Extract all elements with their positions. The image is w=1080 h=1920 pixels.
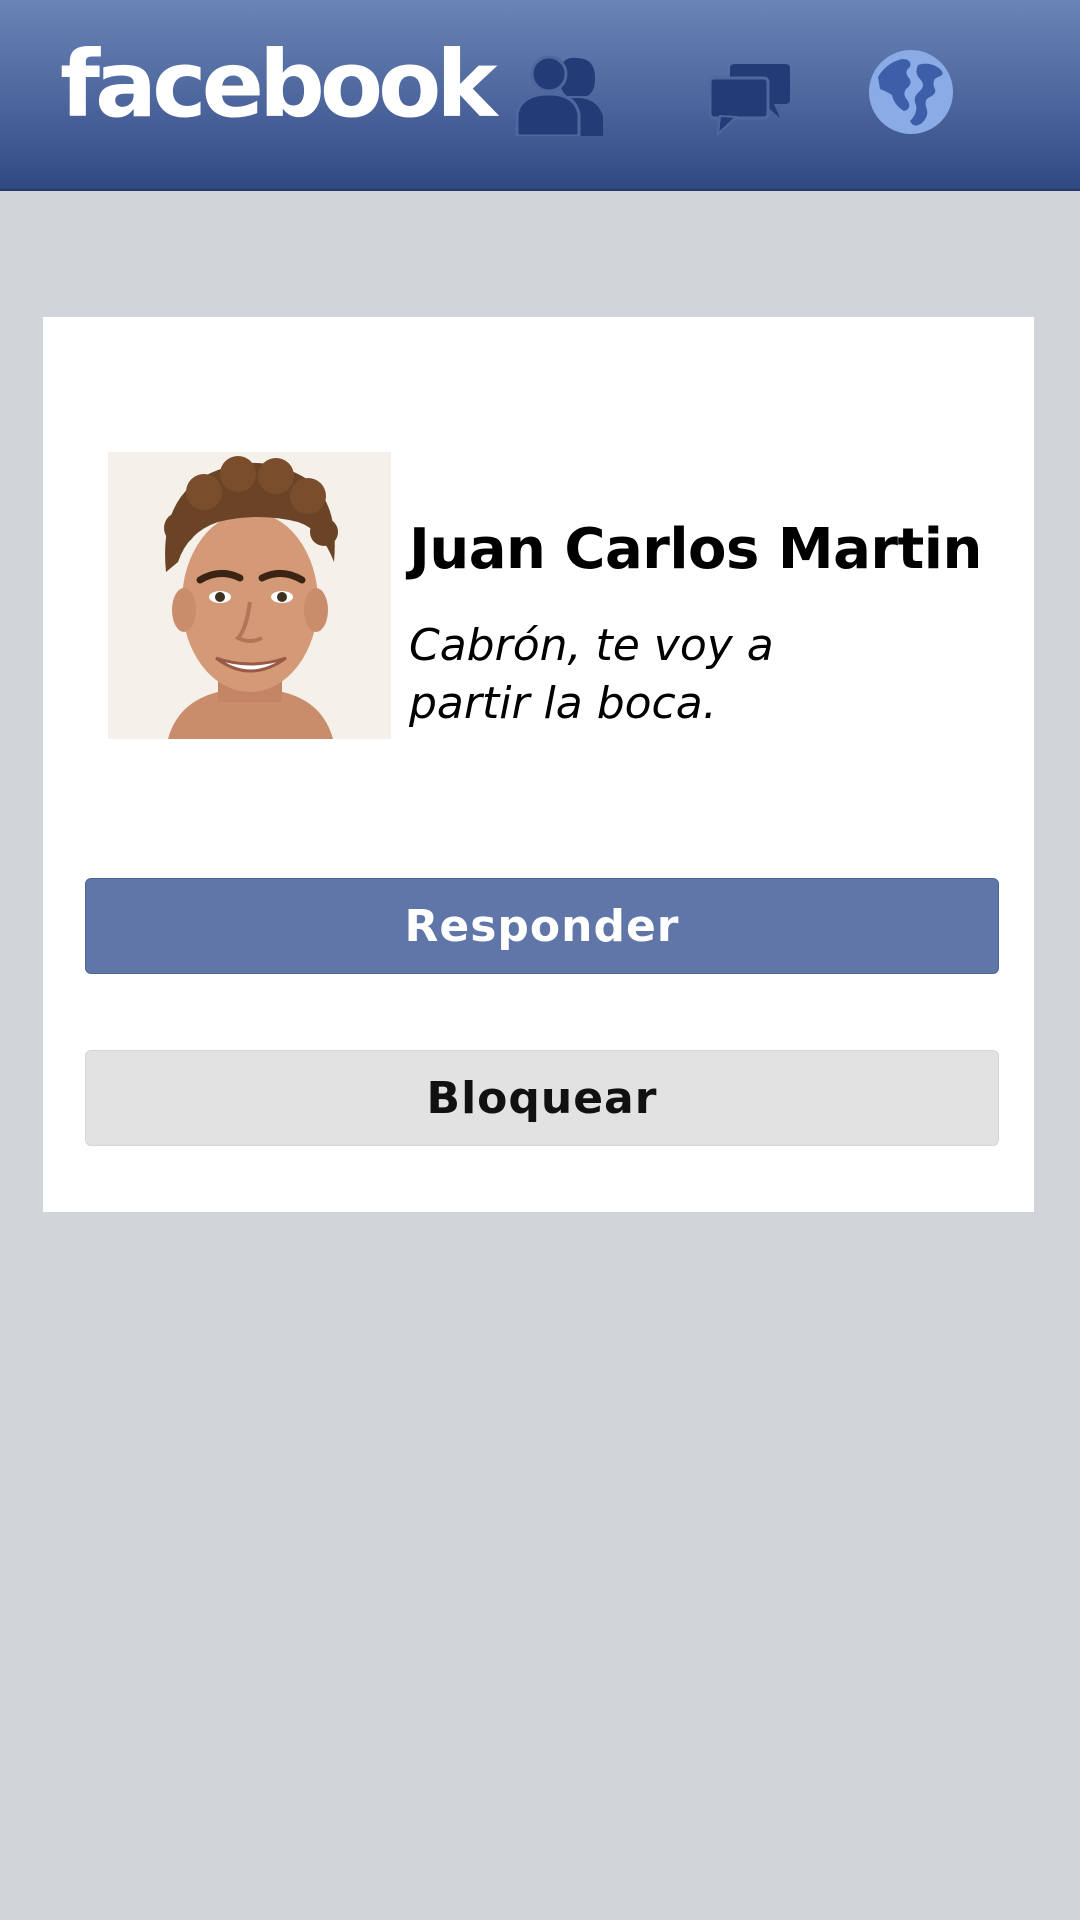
message-text: Cabrón, te voy a partir la boca.: [409, 620, 774, 729]
facebook-logo[interactable]: facebook: [60, 30, 497, 140]
top-navigation-bar: facebook: [0, 0, 1080, 191]
sender-name[interactable]: Juan Carlos Martin: [409, 517, 982, 582]
messages-icon[interactable]: [708, 60, 792, 136]
globe-icon[interactable]: [868, 49, 954, 135]
message-card: Juan Carlos Martin Cabrón, te voy a part…: [43, 317, 1034, 1212]
reply-button[interactable]: Responder: [85, 878, 999, 974]
block-button[interactable]: Bloquear: [85, 1050, 999, 1146]
avatar[interactable]: [108, 452, 391, 739]
friends-icon[interactable]: [515, 52, 605, 136]
